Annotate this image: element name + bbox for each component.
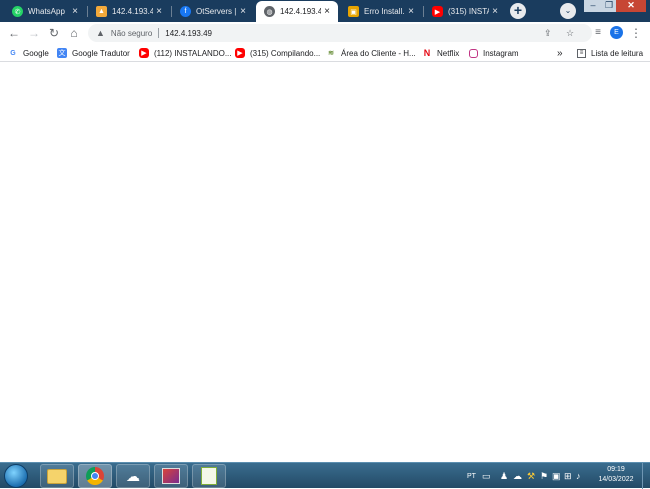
clock-date: 14/03/2022 [598, 476, 634, 483]
bookmark-area-cliente[interactable]: ≋ Área do Cliente - H... [326, 47, 416, 59]
forward-arrow-icon[interactable]: → [26, 25, 42, 41]
chrome-icon [86, 467, 104, 485]
back-arrow-icon[interactable]: ← [6, 25, 22, 41]
google-icon: G [10, 49, 16, 57]
server-icon: ▲ [96, 6, 107, 17]
bookmark-google[interactable]: G Google [8, 47, 49, 59]
tab-otservers[interactable]: f OtServers | F × [172, 1, 254, 22]
reload-icon[interactable]: ↻ [46, 25, 62, 41]
bookmark-google-tradutor[interactable]: 文 Google Tradutor [57, 47, 130, 59]
address-bar[interactable]: ▲ Não seguro 142.4.193.49 ⇪ ☆ [88, 24, 592, 42]
close-icon[interactable]: × [237, 6, 249, 17]
tab-title: 142.4.193.49 [112, 7, 153, 16]
whatsapp-icon: ✆ [12, 6, 23, 17]
bookmark-label: Instagram [483, 48, 519, 58]
user-figure-icon[interactable]: ♟ [500, 463, 508, 489]
language-indicator[interactable]: PT [467, 463, 476, 489]
translate-icon: 文 [57, 48, 67, 58]
bookmark-youtube-instalando[interactable]: ▶ (112) INSTALANDO... [139, 47, 232, 59]
warning-icon[interactable]: ▲ [96, 28, 105, 38]
menu-kebab-icon[interactable]: ⋮ [628, 25, 644, 41]
bookmark-label: Google [23, 48, 49, 58]
close-icon[interactable]: × [69, 6, 81, 17]
document-icon: ▣ [348, 6, 359, 17]
keyboard-icon[interactable]: ▭ [482, 463, 491, 489]
globe-icon: ◍ [264, 6, 275, 17]
tab-strip: ✆ WhatsApp × ▲ 142.4.193.49 × f OtServer… [0, 0, 650, 22]
bookmark-label: Netflix [437, 48, 460, 58]
taskbar-cloud-app[interactable]: ☁ [116, 464, 150, 488]
taskbar-file-explorer[interactable] [40, 464, 74, 488]
url-text[interactable]: 142.4.193.49 [165, 29, 212, 38]
flag-icon[interactable]: ⚑ [540, 463, 548, 489]
new-tab-button[interactable]: + [510, 3, 526, 19]
close-icon[interactable]: × [405, 6, 417, 17]
tab-title: Erro Install.p [364, 7, 405, 16]
minimize-button[interactable]: – [584, 0, 602, 12]
youtube-icon: ▶ [432, 6, 443, 17]
picture-icon [162, 468, 180, 484]
security-label[interactable]: Não seguro [111, 29, 152, 38]
bookmark-label: (315) Compilando... [250, 48, 321, 58]
folder-icon [47, 468, 67, 484]
youtube-icon: ▶ [235, 48, 245, 58]
network-icon[interactable]: ⊞ [564, 463, 572, 489]
tab-server-1[interactable]: ▲ 142.4.193.49 × [88, 1, 170, 22]
windows-taskbar: ☁ PT ▭ ♟ ☁ ⚒ ⚑ ▣ ⊞ ♪ 09:19 14/03/2022 [0, 462, 650, 489]
page-content [0, 63, 650, 462]
tab-server-active[interactable]: ◍ 142.4.193.49 × [256, 1, 338, 22]
clock-time: 09:19 [607, 466, 625, 473]
tab-youtube[interactable]: ▶ (315) INSTAL × [424, 1, 506, 22]
tab-search-button[interactable]: ⌄ [560, 3, 576, 19]
show-desktop-button[interactable] [642, 463, 650, 489]
netflix-icon: N [423, 48, 431, 58]
media-control-icon[interactable]: ≡ [590, 25, 606, 41]
facebook-icon: f [180, 6, 191, 17]
youtube-icon: ▶ [139, 48, 149, 58]
close-icon[interactable]: × [153, 6, 165, 17]
bookmarks-bar: G Google 文 Google Tradutor ▶ (112) INSTA… [0, 44, 650, 62]
taskbar-notepad-app[interactable] [192, 464, 226, 488]
close-window-button[interactable]: ✕ [616, 0, 646, 12]
profile-avatar[interactable]: E [610, 26, 623, 39]
bookmark-instagram[interactable]: Instagram [469, 47, 519, 59]
windows-start-button[interactable] [4, 464, 28, 488]
notepad-icon [201, 467, 217, 485]
restore-button[interactable]: ❐ [602, 0, 616, 12]
bookmark-star-icon[interactable]: ☆ [566, 28, 574, 39]
bookmark-youtube-compilando[interactable]: ▶ (315) Compilando... [235, 47, 320, 59]
instagram-icon [469, 48, 478, 58]
close-icon[interactable]: × [489, 6, 501, 17]
tool-icon[interactable]: ⚒ [527, 463, 535, 489]
tab-title: OtServers | F [196, 7, 237, 16]
cloud-sync-icon[interactable]: ☁ [513, 463, 522, 489]
system-clock[interactable]: 09:19 14/03/2022 [594, 465, 638, 485]
omnibox-divider [158, 28, 160, 38]
home-icon[interactable]: ⌂ [66, 25, 82, 41]
close-icon[interactable]: × [321, 6, 333, 17]
reading-list-label: Lista de leitura [591, 48, 644, 58]
tab-title: 142.4.193.49 [280, 7, 321, 16]
tab-whatsapp[interactable]: ✆ WhatsApp × [4, 1, 86, 22]
bookmark-label: Área do Cliente - H... [341, 48, 416, 58]
hosting-icon: ≋ [328, 50, 334, 57]
bookmarks-overflow-button[interactable]: » [557, 47, 563, 59]
reading-list-button[interactable]: ≡ Lista de leitura [577, 47, 643, 59]
tab-title: (315) INSTAL [448, 7, 489, 16]
bookmark-netflix[interactable]: N Netflix [422, 47, 459, 59]
cloud-icon: ☁ [126, 467, 140, 484]
tab-erro-install[interactable]: ▣ Erro Install.p × [340, 1, 422, 22]
taskbar-chrome[interactable] [78, 464, 112, 488]
monitor-icon[interactable]: ▣ [552, 463, 561, 489]
bookmark-label: Google Tradutor [72, 48, 130, 58]
taskbar-image-app[interactable] [154, 464, 188, 488]
tab-title: WhatsApp [28, 7, 65, 16]
browser-toolbar: ← → ↻ ⌂ ▲ Não seguro 142.4.193.49 ⇪ ☆ ≡ … [0, 22, 650, 44]
volume-icon[interactable]: ♪ [576, 463, 581, 489]
reading-list-icon: ≡ [577, 48, 586, 58]
bookmark-label: (112) INSTALANDO... [154, 48, 232, 58]
share-icon[interactable]: ⇪ [544, 28, 552, 39]
